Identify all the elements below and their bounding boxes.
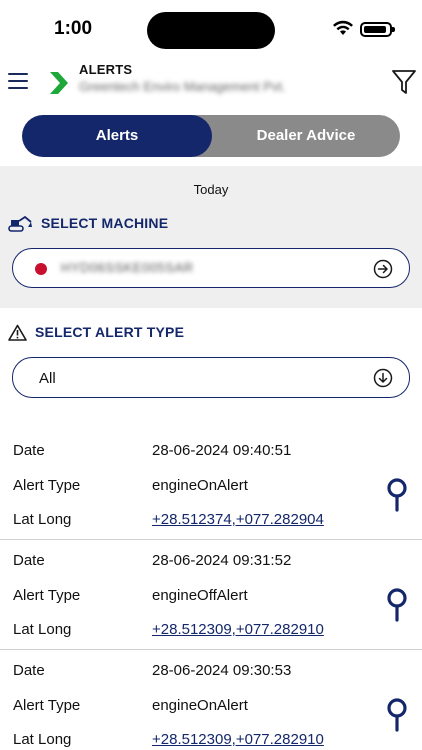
alert-date: 28-06-2024 09:31:52	[152, 552, 292, 569]
list-item: Date 28-06-2024 09:31:52 Alert Type engi…	[0, 540, 422, 650]
app-header: ALERTS Greentech Enviro Management Pvt.	[0, 60, 422, 106]
logo-icon	[50, 72, 68, 94]
lat-long-link[interactable]: +28.512309,+077.282910	[152, 621, 324, 638]
alert-date: 28-06-2024 09:40:51	[152, 442, 292, 459]
arrow-down-circle-icon[interactable]	[373, 368, 393, 388]
machine-section: Today SELECT MACHINE HYD06SSKE005SAR	[0, 166, 422, 308]
location-pin-icon[interactable]	[385, 588, 409, 622]
tab-dealer-advice[interactable]: Dealer Advice	[212, 115, 400, 157]
arrow-right-circle-icon[interactable]	[373, 259, 393, 279]
machine-value: HYD06SSKE005SAR	[61, 260, 194, 275]
filter-icon[interactable]	[391, 68, 417, 96]
machine-select[interactable]: HYD06SSKE005SAR	[12, 248, 410, 288]
alert-type: engineOnAlert	[152, 477, 248, 494]
wifi-icon	[333, 20, 353, 35]
alert-list: Date 28-06-2024 09:40:51 Alert Type engi…	[0, 430, 422, 750]
excavator-icon	[8, 215, 32, 232]
date-label: Date	[13, 442, 45, 459]
location-pin-icon[interactable]	[385, 478, 409, 512]
battery-icon	[360, 22, 395, 37]
alert-date: 28-06-2024 09:30:53	[152, 662, 292, 679]
alert-type-label: Alert Type	[13, 587, 81, 604]
date-label: Today	[193, 182, 229, 197]
page-title: ALERTS	[79, 62, 133, 77]
alert-type: engineOffAlert	[152, 587, 248, 604]
tab-alerts[interactable]: Alerts	[22, 115, 212, 157]
select-machine-label: SELECT MACHINE	[41, 215, 169, 231]
date-label: Date	[13, 662, 45, 679]
select-alert-type-label: SELECT ALERT TYPE	[35, 324, 185, 340]
machine-status-dot	[35, 263, 47, 275]
lat-long-link[interactable]: +28.512309,+077.282910	[152, 731, 324, 748]
lat-long-label: Lat Long	[13, 731, 72, 748]
status-time: 1:00	[54, 18, 93, 39]
company-name: Greentech Enviro Management Pvt.	[79, 79, 286, 94]
tab-bar: Alerts Dealer Advice	[22, 115, 400, 157]
hamburger-menu-icon[interactable]	[8, 73, 28, 91]
location-pin-icon[interactable]	[385, 698, 409, 732]
alert-type-label: Alert Type	[13, 697, 81, 714]
lat-long-link[interactable]: +28.512374,+077.282904	[152, 511, 324, 528]
alert-type-value: All	[39, 370, 56, 387]
date-label: Date	[13, 552, 45, 569]
lat-long-label: Lat Long	[13, 511, 72, 528]
list-item: Date 28-06-2024 09:40:51 Alert Type engi…	[0, 430, 422, 540]
warning-icon	[8, 324, 27, 341]
alert-type: engineOnAlert	[152, 697, 248, 714]
dynamic-island	[147, 12, 275, 49]
list-item: Date 28-06-2024 09:30:53 Alert Type engi…	[0, 650, 422, 750]
tab-bar-container: Alerts Dealer Advice	[0, 106, 422, 166]
status-bar: 1:00	[0, 0, 422, 60]
alert-type-label: Alert Type	[13, 477, 81, 494]
lat-long-label: Lat Long	[13, 621, 72, 638]
alert-type-select[interactable]: All	[12, 357, 410, 398]
